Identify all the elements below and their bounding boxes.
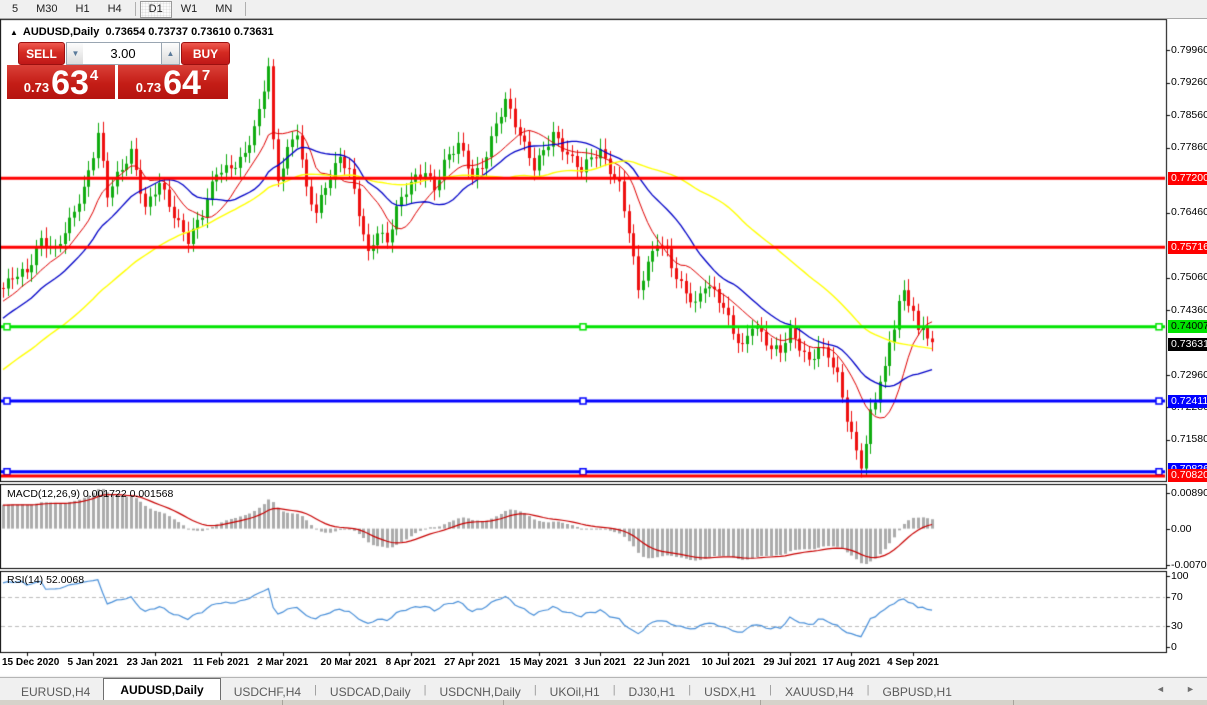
ohlc-values: 0.73654 0.73737 0.73610 0.73631 bbox=[105, 26, 274, 38]
tab-usdcnh-daily[interactable]: USDCNH,Daily bbox=[426, 678, 533, 701]
one-click-trading-panel: SELL ▼ ▲ BUY 0.73 63 4 0.73 64 7 bbox=[7, 42, 230, 102]
sell-price-panel[interactable]: 0.73 63 4 bbox=[7, 64, 115, 102]
symbol-title: AUDUSD,Daily bbox=[22, 26, 100, 38]
date-axis-label: 15 May 2021 bbox=[509, 657, 568, 668]
price-axis-tick: 0.75060 bbox=[1171, 271, 1207, 284]
price-axis-tick: 0.79960 bbox=[1171, 43, 1207, 56]
statusbar-separator bbox=[282, 700, 283, 705]
tab-usdchf-h4[interactable]: USDCHF,H4 bbox=[221, 678, 314, 701]
timeframe-button-h1[interactable]: H1 bbox=[67, 1, 99, 18]
date-axis-label: 17 Aug 2021 bbox=[822, 657, 881, 668]
date-axis-label: 23 Jan 2021 bbox=[126, 657, 183, 668]
tab-xauusd-h4[interactable]: XAUUSD,H4 bbox=[772, 678, 867, 701]
date-axis-label: 22 Jun 2021 bbox=[633, 657, 691, 668]
tab-gbpusd-h1[interactable]: GBPUSD,H1 bbox=[870, 678, 965, 701]
price-level-label: 0.77200 bbox=[1168, 171, 1207, 185]
collapse-panel-icon[interactable]: ▲ bbox=[10, 28, 18, 37]
rsi-axis-tick: 70 bbox=[1171, 591, 1183, 604]
price-axis-tick: 0.77860 bbox=[1171, 141, 1207, 154]
sell-price-big: 63 bbox=[51, 64, 89, 102]
price-level-label: 0.75716 bbox=[1168, 240, 1207, 254]
buy-price-sup: 7 bbox=[201, 67, 211, 84]
tab-dj30-h1[interactable]: DJ30,H1 bbox=[616, 678, 689, 701]
date-axis-label: 20 Mar 2021 bbox=[320, 657, 378, 668]
rsi-axis-tick: 100 bbox=[1171, 570, 1189, 582]
price-level-label: 0.70820 bbox=[1168, 468, 1207, 482]
date-axis-label: 5 Jan 2021 bbox=[67, 657, 119, 668]
date-axis-label: 8 Apr 2021 bbox=[385, 657, 436, 668]
date-axis-label: 10 Jul 2021 bbox=[701, 657, 756, 668]
timeframe-button-mn[interactable]: MN bbox=[206, 1, 241, 18]
price-axis-tick: 0.71580 bbox=[1171, 433, 1207, 446]
volume-box bbox=[83, 42, 163, 65]
tabs-scroll-left-icon[interactable]: ◄ bbox=[1156, 684, 1165, 694]
rsi-axis-tick: 0 bbox=[1171, 641, 1177, 653]
buy-button[interactable]: BUY bbox=[181, 42, 230, 65]
timeframe-button-w1[interactable]: W1 bbox=[172, 1, 207, 18]
timeframe-button-m30[interactable]: M30 bbox=[27, 1, 66, 18]
rsi-label: RSI(14) 52.0068 bbox=[7, 574, 85, 586]
price-axis-tick: 0.79260 bbox=[1171, 76, 1207, 89]
price-axis-tick: 0.74360 bbox=[1171, 303, 1207, 316]
date-axis-label: 3 Jun 2021 bbox=[574, 657, 626, 668]
sell-price-sup: 4 bbox=[89, 67, 99, 84]
tabs-scroll-right-icon[interactable]: ► bbox=[1186, 684, 1195, 694]
timeframe-toolbar: 5 M30 H1 H4 D1 W1 MN bbox=[0, 0, 1207, 19]
price-axis-tick: 0.76460 bbox=[1171, 206, 1207, 219]
date-axis-label: 27 Apr 2021 bbox=[444, 657, 501, 668]
price-level-label: 0.73631 bbox=[1168, 337, 1207, 351]
buy-price-big: 64 bbox=[163, 64, 201, 102]
sell-button[interactable]: SELL bbox=[18, 42, 65, 65]
volume-up-button[interactable]: ▲ bbox=[161, 42, 180, 65]
tab-eurusd-h4[interactable]: EURUSD,H4 bbox=[8, 678, 103, 701]
tab-audusd-daily[interactable]: AUDUSD,Daily bbox=[103, 678, 221, 701]
symbol-tab-bar: EURUSD,H4 AUDUSD,Daily USDCHF,H4 | USDCAD,Da… bbox=[0, 677, 1207, 701]
price-level-label: 0.72411 bbox=[1168, 394, 1207, 408]
price-axis-tick: 0.72960 bbox=[1171, 368, 1207, 381]
statusbar-separator bbox=[760, 700, 761, 705]
date-axis-label: 11 Feb 2021 bbox=[193, 657, 250, 668]
tab-usdx-h1[interactable]: USDX,H1 bbox=[691, 678, 769, 701]
sell-price-prefix: 0.73 bbox=[23, 80, 50, 95]
tab-usdcad-daily[interactable]: USDCAD,Daily bbox=[317, 678, 424, 701]
price-axis-tick: 0.78560 bbox=[1171, 108, 1207, 121]
triangle-down-icon: ▼ bbox=[71, 49, 80, 58]
timeframe-button-d1[interactable]: D1 bbox=[139, 0, 172, 18]
tab-ukoil-h1[interactable]: UKOil,H1 bbox=[537, 678, 613, 701]
statusbar-separator bbox=[1013, 700, 1014, 705]
toolbar-separator bbox=[245, 2, 247, 16]
triangle-up-icon: ▲ bbox=[166, 49, 175, 58]
date-axis-label: 15 Dec 2020 bbox=[2, 657, 60, 668]
price-level-label: 0.74007 bbox=[1168, 320, 1207, 334]
timeframe-button-5[interactable]: 5 bbox=[3, 1, 27, 18]
date-axis-label: 4 Sep 2021 bbox=[887, 657, 939, 668]
macd-axis-tick: 0.00 bbox=[1171, 523, 1192, 535]
volume-input[interactable] bbox=[83, 43, 163, 64]
date-axis-label: 2 Mar 2021 bbox=[257, 657, 309, 668]
buy-price-prefix: 0.73 bbox=[135, 80, 162, 95]
status-bar bbox=[0, 700, 1207, 705]
statusbar-separator bbox=[503, 700, 504, 705]
timeframe-button-h4[interactable]: H4 bbox=[99, 1, 131, 18]
chart-title: ▲ AUDUSD,Daily 0.73654 0.73737 0.73610 0.… bbox=[10, 26, 274, 38]
macd-axis-tick: 0.008904 bbox=[1171, 487, 1207, 499]
buy-price-panel[interactable]: 0.73 64 7 bbox=[118, 64, 228, 102]
toolbar-separator bbox=[134, 2, 136, 16]
chart-canvas[interactable] bbox=[0, 0, 1207, 705]
macd-label: MACD(12,26,9) 0.001722 0.001568 bbox=[7, 488, 174, 500]
rsi-axis-tick: 30 bbox=[1171, 619, 1183, 632]
date-axis-label: 29 Jul 2021 bbox=[763, 657, 817, 668]
